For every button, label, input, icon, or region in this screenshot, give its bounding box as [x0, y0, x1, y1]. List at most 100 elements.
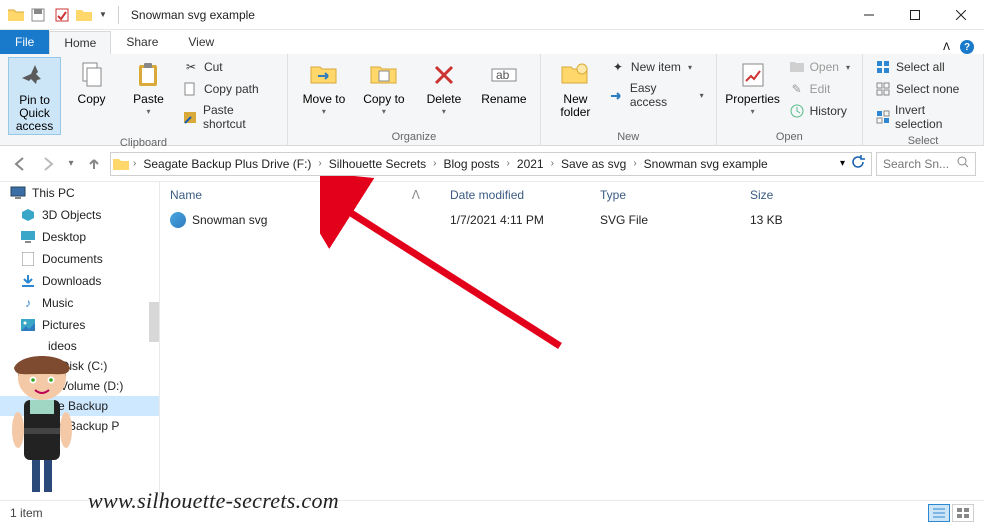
- crumb-1[interactable]: Silhouette Secrets: [326, 157, 429, 171]
- sidebar-desktop[interactable]: Desktop: [0, 226, 159, 248]
- group-select-label: Select: [871, 133, 975, 147]
- paste-label: Paste: [133, 93, 164, 106]
- sidebar-thispc[interactable]: This PC: [0, 182, 159, 204]
- edit-button[interactable]: ✎Edit: [785, 79, 854, 99]
- properties-button[interactable]: Properties▾: [725, 57, 781, 117]
- refresh-icon[interactable]: [851, 155, 865, 172]
- sidebar-scrollbar[interactable]: [149, 302, 159, 342]
- help-icon[interactable]: ?: [960, 40, 974, 54]
- qat-newfolder-icon[interactable]: [76, 8, 92, 22]
- search-input[interactable]: Search Sn...: [876, 152, 976, 176]
- delete-icon: [428, 59, 460, 91]
- titlebar: ▼ Snowman svg example: [0, 0, 984, 30]
- file-row[interactable]: Snowman svg 1/7/2021 4:11 PM SVG File 13…: [160, 208, 984, 232]
- up-button[interactable]: [82, 152, 106, 176]
- invert-icon: [875, 109, 890, 125]
- sidebar-seagatebackup2[interactable]: ate Backup P: [0, 416, 159, 436]
- sidebar-3dobjects[interactable]: 3D Objects: [0, 204, 159, 226]
- newfolder-button[interactable]: New folder: [549, 57, 602, 119]
- easyaccess-button[interactable]: Easy access▾: [606, 79, 708, 111]
- view-details-button[interactable]: [928, 504, 950, 522]
- ribbon: Pin to Quick access Copy Paste▾ ✂Cut Cop…: [0, 54, 984, 146]
- pasteshortcut-button[interactable]: Paste shortcut: [179, 101, 279, 133]
- view-large-button[interactable]: [952, 504, 974, 522]
- sidebar: This PC 3D Objects Desktop Documents Dow…: [0, 182, 160, 500]
- group-organize-label: Organize: [296, 129, 532, 143]
- properties-icon: [737, 59, 769, 91]
- delete-button[interactable]: Delete▾: [416, 57, 472, 117]
- group-clipboard-label: Clipboard: [8, 135, 279, 149]
- crumb-0[interactable]: Seagate Backup Plus Drive (F:): [140, 157, 314, 171]
- history-button[interactable]: History: [785, 101, 854, 121]
- folder-icon: [8, 8, 24, 22]
- moveto-button[interactable]: Move to▾: [296, 57, 352, 117]
- open-button[interactable]: Open▾: [785, 57, 854, 77]
- col-type[interactable]: Type: [600, 188, 750, 202]
- close-button[interactable]: [938, 0, 984, 30]
- col-size[interactable]: Size: [750, 188, 830, 202]
- copypath-icon: [183, 81, 199, 97]
- sidebar-documents[interactable]: Documents: [0, 248, 159, 270]
- cube-icon: [20, 207, 36, 223]
- forward-button[interactable]: [36, 152, 60, 176]
- nav-row: ▾ › Seagate Backup Plus Drive (F:)› Silh…: [0, 146, 984, 182]
- cut-button[interactable]: ✂Cut: [179, 57, 279, 77]
- tab-home[interactable]: Home: [49, 31, 111, 54]
- address-bar[interactable]: › Seagate Backup Plus Drive (F:)› Silhou…: [110, 152, 872, 176]
- minimize-button[interactable]: [846, 0, 892, 30]
- documents-icon: [20, 251, 36, 267]
- file-type: SVG File: [600, 212, 750, 228]
- copypath-button[interactable]: Copy path: [179, 79, 279, 99]
- sort-indicator-icon: ᐱ: [412, 188, 420, 202]
- tab-view[interactable]: View: [173, 30, 229, 54]
- tab-share[interactable]: Share: [111, 30, 173, 54]
- scissors-icon: ✂: [183, 59, 199, 75]
- rename-button[interactable]: abRename: [476, 57, 532, 106]
- selectnone-button[interactable]: Select none: [871, 79, 975, 99]
- copy-button[interactable]: Copy: [65, 57, 118, 106]
- history-icon: [789, 103, 805, 119]
- copy-label: Copy: [78, 93, 106, 106]
- column-headers[interactable]: Nameᐱ Date modified Type Size: [160, 182, 984, 208]
- recent-dropdown[interactable]: ▾: [64, 152, 78, 176]
- desktop-icon: [20, 229, 36, 245]
- sidebar-newvolume[interactable]: w Volume (D:): [0, 376, 159, 396]
- open-icon: [789, 59, 805, 75]
- newitem-button[interactable]: ✦New item▾: [606, 57, 708, 77]
- selectall-button[interactable]: Select all: [871, 57, 975, 77]
- tab-file[interactable]: File: [0, 30, 49, 54]
- address-dropdown-icon[interactable]: ▾: [840, 158, 845, 169]
- sidebar-pictures[interactable]: Pictures: [0, 314, 159, 336]
- status-count: 1 item: [10, 506, 43, 520]
- easyaccess-icon: [610, 87, 625, 103]
- sidebar-music[interactable]: ♪Music: [0, 292, 159, 314]
- qat-dropdown-icon[interactable]: ▼: [96, 10, 110, 19]
- invertselection-button[interactable]: Invert selection: [871, 101, 975, 133]
- group-open-label: Open: [725, 129, 854, 143]
- file-list: Nameᐱ Date modified Type Size Snowman sv…: [160, 182, 984, 500]
- sidebar-localdisk[interactable]: al Disk (C:): [0, 356, 159, 376]
- paste-button[interactable]: Paste▾: [122, 57, 175, 117]
- crumb-3[interactable]: 2021: [514, 157, 547, 171]
- pictures-icon: [20, 317, 36, 333]
- collapse-ribbon-icon[interactable]: ᐱ: [943, 42, 950, 53]
- maximize-button[interactable]: [892, 0, 938, 30]
- sidebar-videos[interactable]: ideos: [0, 336, 159, 356]
- copyto-button[interactable]: Copy to▾: [356, 57, 412, 117]
- col-name: Nameᐱ: [170, 188, 450, 202]
- crumb-4[interactable]: Save as svg: [558, 157, 629, 171]
- sidebar-seagatebackup[interactable]: ate Backup: [0, 396, 159, 416]
- crumb-5[interactable]: Snowman svg example: [641, 157, 771, 171]
- edit-icon: ✎: [789, 81, 805, 97]
- pc-icon: [10, 185, 26, 201]
- file-date: 1/7/2021 4:11 PM: [450, 212, 600, 228]
- svg-file-icon: [170, 212, 186, 228]
- qat-save-icon[interactable]: [28, 4, 48, 26]
- sidebar-downloads[interactable]: Downloads: [0, 270, 159, 292]
- newitem-icon: ✦: [610, 59, 626, 75]
- back-button[interactable]: [8, 152, 32, 176]
- crumb-2[interactable]: Blog posts: [441, 157, 503, 171]
- qat-properties-icon[interactable]: [52, 4, 72, 26]
- pin-quickaccess-button[interactable]: Pin to Quick access: [8, 57, 61, 135]
- col-date[interactable]: Date modified: [450, 188, 600, 202]
